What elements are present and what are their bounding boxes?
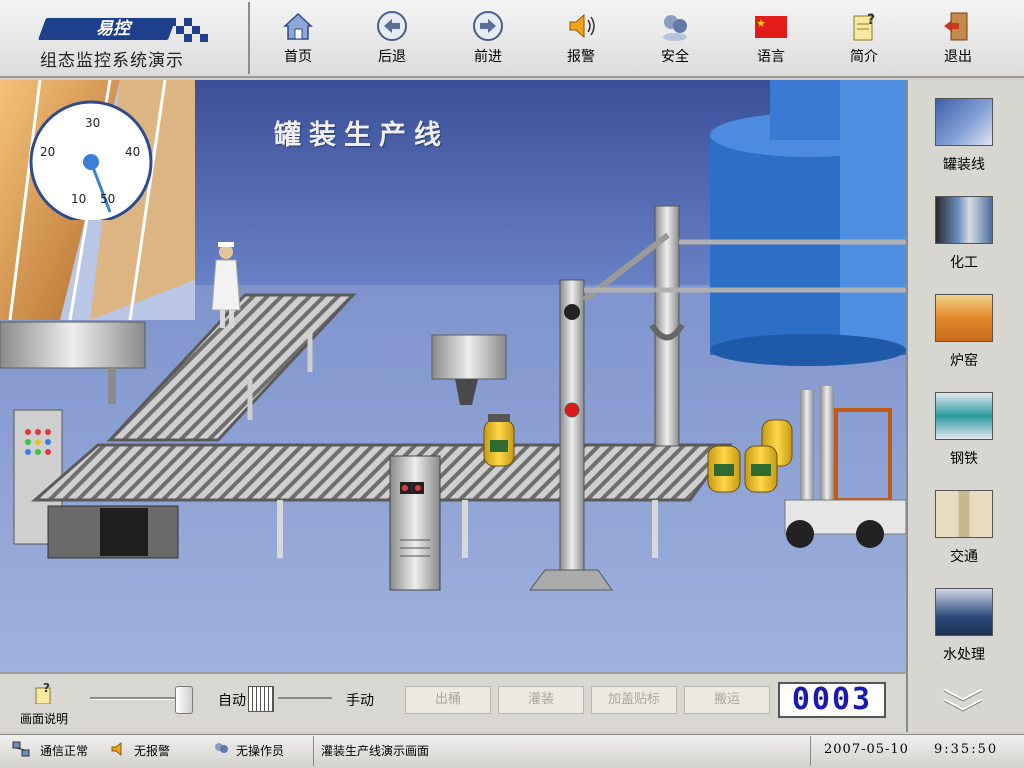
production-counter: 0003: [778, 682, 886, 718]
status-divider: [810, 736, 811, 766]
gauge-tick-label: 40: [125, 145, 141, 159]
gauge-tick-label: 50: [100, 192, 116, 206]
logo-text: 易控: [96, 19, 130, 39]
alarm-status: 无报警: [134, 744, 171, 758]
users-icon: [663, 15, 687, 41]
nav-label: 炉窑: [950, 353, 978, 369]
users-icon: [215, 743, 228, 753]
furnace-thumb: [935, 294, 993, 342]
arrow-right-icon: [473, 11, 503, 41]
nav-label: 交通: [950, 549, 978, 565]
nav-label: 钢铁: [950, 451, 978, 467]
double-chevron-down-icon[interactable]: [940, 686, 986, 714]
svg-text:?: ?: [867, 12, 875, 28]
steel-thumb: [935, 392, 993, 440]
canning-line-thumb: [935, 98, 993, 146]
chemical-thumb: [935, 196, 993, 244]
app-subtitle: 组态监控系统演示: [40, 51, 184, 71]
nav-water-treatment[interactable]: 水处理: [928, 588, 1000, 664]
speaker-icon: [569, 13, 595, 39]
svg-text:?: ?: [43, 682, 50, 695]
language-button[interactable]: 语言: [736, 10, 806, 72]
fill-button[interactable]: 灌装: [498, 686, 584, 714]
auto-label: 自动: [218, 693, 246, 709]
help-button[interactable]: ?: [34, 681, 54, 705]
nav-steel[interactable]: 钢铁: [928, 392, 1000, 468]
home-label: 首页: [284, 49, 312, 65]
nav-furnace[interactable]: 炉窑: [928, 294, 1000, 370]
security-button[interactable]: 安全: [640, 10, 710, 72]
forward-label: 前进: [474, 49, 502, 65]
eject-barrel-button[interactable]: 出桶: [405, 686, 491, 714]
nav-traffic[interactable]: 交通: [928, 490, 1000, 566]
nav-chemical[interactable]: 化工: [928, 196, 1000, 272]
exit-button[interactable]: 退出: [923, 10, 993, 72]
nav-label: 罐装线: [943, 157, 985, 173]
transport-button[interactable]: 搬运: [684, 686, 770, 714]
status-time: 9:35:50: [934, 742, 999, 757]
comm-status: 通信正常: [40, 744, 89, 758]
manual-label: 手动: [346, 693, 374, 709]
intro-label: 简介: [850, 49, 878, 65]
nav-label: 化工: [950, 255, 978, 271]
alarm-label: 报警: [567, 49, 595, 65]
traffic-thumb: [935, 490, 993, 538]
help-label: 画面说明: [20, 712, 69, 726]
indicator-lights: [25, 429, 51, 455]
house-icon: [283, 12, 313, 40]
intro-button[interactable]: ? 简介: [829, 10, 899, 72]
gauge-tick-label: 30: [85, 116, 101, 130]
nav-canning-line[interactable]: 罐装线: [928, 98, 1000, 174]
nav-label: 水处理: [943, 647, 985, 663]
operator-status: 无操作员: [236, 744, 285, 758]
mode-switch-knob[interactable]: [248, 686, 274, 712]
notepad-question-icon: ?: [853, 12, 875, 41]
scene-title: 罐装生产线: [274, 120, 449, 151]
status-divider: [313, 736, 314, 766]
speed-slider-thumb[interactable]: [175, 686, 193, 714]
back-button[interactable]: 后退: [357, 10, 427, 72]
forward-button[interactable]: 前进: [453, 10, 523, 72]
pressure-gauge: 30 40 50 10 20: [28, 100, 156, 224]
language-label: 语言: [757, 49, 785, 65]
home-button[interactable]: 首页: [263, 10, 333, 72]
water-treatment-thumb: [935, 588, 993, 636]
door-exit-icon: [944, 12, 968, 41]
jar-filling: [483, 414, 515, 467]
arrow-left-icon: [377, 11, 407, 41]
gauge-tick-label: 20: [40, 145, 56, 159]
storage-tanks: [710, 80, 906, 366]
notepad-question-icon: ?: [35, 681, 51, 705]
mode-switch-track[interactable]: [278, 697, 332, 699]
exit-label: 退出: [944, 49, 972, 65]
cap-label-button[interactable]: 加盖贴标: [591, 686, 677, 714]
network-icon: [12, 741, 30, 757]
logo-checker: [168, 18, 208, 42]
security-label: 安全: [661, 49, 689, 65]
screen-name: 灌装生产线演示画面: [321, 744, 430, 758]
back-label: 后退: [378, 49, 406, 65]
alarm-button[interactable]: 报警: [546, 10, 616, 72]
speaker-icon: [111, 741, 122, 757]
china-flag-icon: [755, 16, 787, 38]
gauge-tick-label: 10: [71, 192, 87, 206]
status-date: 2007-05-10: [824, 742, 909, 757]
